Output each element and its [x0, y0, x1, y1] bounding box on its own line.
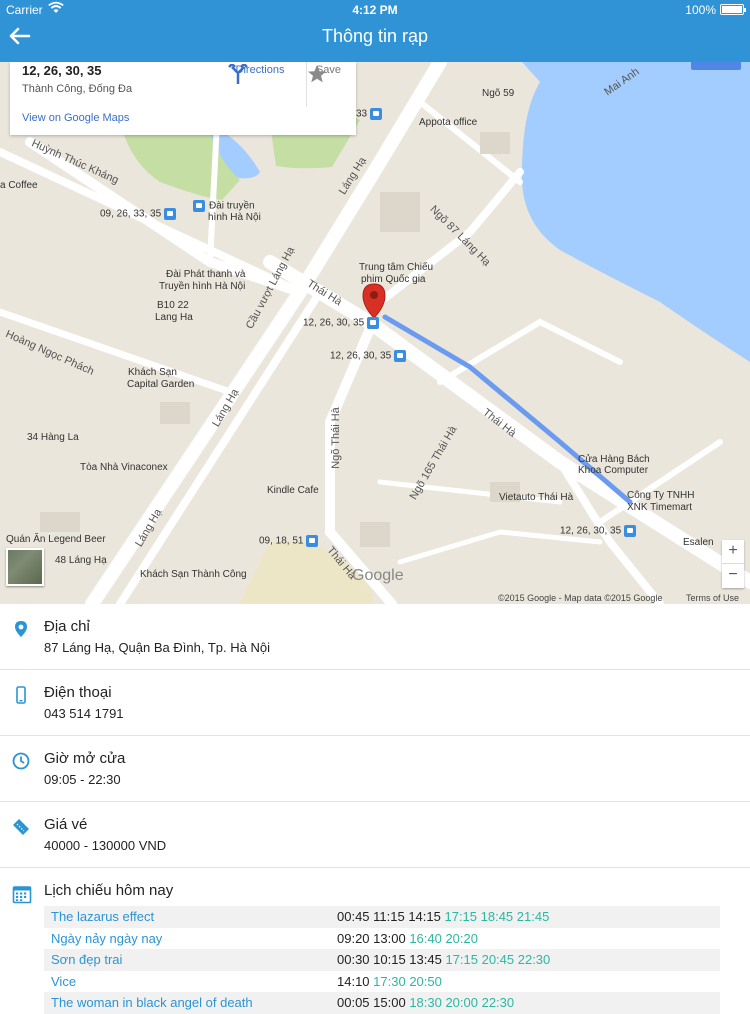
google-logo: Google — [352, 567, 404, 584]
schedule-row[interactable]: Ngày nảy ngày nay 09:20 13:00 16:40 20:2… — [44, 928, 720, 950]
calendar-icon — [12, 886, 32, 904]
map-label: Vietauto Thái Hà — [499, 492, 574, 503]
bus-stop-icon[interactable] — [367, 317, 380, 329]
page-title: Thông tin rạp — [321, 26, 429, 46]
movie-title[interactable]: The woman in black angel of death — [51, 995, 253, 1010]
map-label: hình Hà Nội — [208, 212, 261, 223]
map-canvas — [0, 62, 750, 604]
schedule-section: Lịch chiếu hôm nay The lazarus effect 00… — [0, 868, 750, 1014]
map-label: Khách Sạn — [128, 367, 177, 378]
nav-bar: Carrier 4:12 PM 100% Thông tin rạp — [0, 0, 750, 62]
place-locality: Thành Công, Đống Đa — [22, 83, 133, 95]
bus-stop-icon[interactable] — [164, 208, 177, 220]
showtimes: 14:10 17:30 20:50 — [337, 973, 442, 989]
save-button[interactable]: Save — [306, 62, 350, 107]
satellite-toggle[interactable] — [6, 548, 44, 586]
movie-title[interactable]: The lazarus effect — [51, 909, 154, 924]
status-bar: Carrier 4:12 PM 100% — [0, 0, 750, 20]
schedule-table: The lazarus effect 00:45 11:15 14:15 17:… — [44, 906, 720, 1014]
place-info-card: 12, 26, 30, 35 Thành Công, Đống Đa View … — [10, 62, 356, 135]
directions-button[interactable]: Directions — [228, 62, 292, 107]
map-label: Esalen — [683, 537, 714, 548]
bus-stop-label: 12, 26, 30, 35 — [303, 317, 380, 329]
map-label: Ngõ 59 — [482, 88, 515, 99]
movie-title[interactable]: Sơn đẹp trai — [51, 952, 122, 967]
map-label: Quán Ăn Legend Beer — [6, 534, 106, 545]
bus-stop-label: 12, 26, 30, 35 — [560, 525, 637, 537]
battery-percent: 100% — [685, 3, 716, 17]
address-value: 87 Láng Hạ, Quận Ba Đình, Tp. Hà Nội — [44, 640, 270, 655]
hours-title: Giờ mở cửa — [44, 750, 126, 767]
map-label: Khoa Computer — [578, 465, 649, 476]
place-title: 12, 26, 30, 35 — [22, 63, 102, 78]
map-label: Trung tâm Chiếu — [359, 262, 434, 273]
map-label: 48 Láng Hạ — [55, 555, 107, 566]
map-label: Đài Phát thanh và — [166, 269, 246, 280]
cinema-details: Địa chỉ 87 Láng Hạ, Quận Ba Đình, Tp. Hà… — [0, 604, 750, 1014]
address-row: Địa chỉ 87 Láng Hạ, Quận Ba Đình, Tp. Hà… — [0, 604, 750, 670]
bus-stop-icon[interactable] — [193, 200, 205, 212]
map-label: Lang Ha — [155, 312, 193, 323]
clock-icon — [12, 752, 30, 770]
phone-icon — [16, 686, 26, 704]
movie-title[interactable]: Vice — [51, 974, 76, 989]
clock: 4:12 PM — [352, 3, 398, 17]
bus-stop-label: 33 — [356, 108, 383, 120]
schedule-row[interactable]: The woman in black angel of death 00:05 … — [44, 992, 720, 1014]
map-label: Tòa Nhà Vinaconex — [80, 462, 168, 473]
map-label: 34 Hàng La — [27, 432, 79, 443]
showtimes: 00:30 10:15 13:45 17:15 20:45 22:30 — [337, 952, 551, 967]
price-title: Giá vé — [44, 816, 88, 833]
location-pin-icon — [15, 621, 27, 637]
showtimes: 09:20 13:00 16:40 20:20 — [337, 930, 478, 946]
map-label: Công Ty TNHH — [627, 490, 695, 501]
directions-icon — [228, 64, 248, 84]
map-label: a Coffee — [0, 180, 38, 191]
map-label: Đài truyền — [193, 200, 255, 212]
map-label: Cửa Hàng Bách — [578, 454, 650, 465]
map-view[interactable]: 12, 26, 30, 35 Thành Công, Đống Đa View … — [0, 62, 750, 604]
address-title: Địa chỉ — [44, 618, 90, 635]
schedule-row[interactable]: Sơn đẹp trai 00:30 10:15 13:45 17:15 20:… — [44, 949, 720, 971]
bus-stop-icon[interactable] — [624, 525, 637, 537]
ticket-icon — [13, 819, 29, 835]
bus-stop-label: 12, 26, 30, 35 — [330, 350, 407, 362]
terms-link[interactable]: Terms of Use — [686, 593, 739, 603]
zoom-control: + − — [722, 540, 744, 588]
bus-stop-label: 09, 26, 33, 35 — [100, 208, 177, 220]
sign-in-button[interactable] — [691, 62, 741, 70]
bus-stop-icon[interactable] — [306, 535, 319, 547]
bus-stop-label: 09, 18, 51 — [259, 535, 319, 547]
map-label: Capital Garden — [127, 379, 195, 390]
map-label: Truyền hình Hà Nội — [159, 281, 246, 292]
showtimes: 00:05 15:00 18:30 20:00 22:30 — [337, 995, 515, 1010]
map-label: phim Quốc gia — [361, 274, 426, 285]
zoom-in-button[interactable]: + — [722, 540, 744, 564]
bus-stop-icon[interactable] — [394, 350, 407, 362]
map-label: B10 22 — [157, 300, 189, 311]
phone-value[interactable]: 043 514 1791 — [44, 706, 124, 721]
zoom-out-button[interactable]: − — [722, 564, 744, 588]
price-value: 40000 - 130000 VND — [44, 838, 167, 853]
star-icon — [308, 65, 326, 83]
schedule-title: Lịch chiếu hôm nay — [44, 882, 174, 899]
map-label: Appota office — [419, 117, 478, 128]
showtimes: 00:45 11:15 14:15 17:15 18:45 21:45 — [337, 909, 550, 924]
price-row: Giá vé 40000 - 130000 VND — [0, 802, 750, 868]
movie-title[interactable]: Ngày nảy ngày nay — [51, 931, 162, 946]
phone-row[interactable]: Điện thoại 043 514 1791 — [0, 670, 750, 736]
map-label: XNK Timemart — [627, 502, 693, 513]
view-on-google-maps-link[interactable]: View on Google Maps — [22, 112, 129, 124]
phone-title: Điện thoại — [44, 684, 112, 701]
battery-icon — [720, 4, 746, 15]
street-label: Ngõ Thái Hà — [329, 407, 342, 469]
schedule-row[interactable]: The lazarus effect 00:45 11:15 14:15 17:… — [44, 906, 720, 928]
hours-row: Giờ mở cửa 09:05 - 22:30 — [0, 736, 750, 802]
bus-stop-icon[interactable] — [370, 108, 383, 120]
map-copyright: ©2015 Google - Map data ©2015 Google — [498, 593, 663, 603]
hours-value: 09:05 - 22:30 — [44, 772, 121, 787]
schedule-row[interactable]: Vice 14:10 17:30 20:50 — [44, 971, 720, 993]
map-label: Khách Sạn Thành Công — [140, 569, 247, 580]
map-label: Kindle Cafe — [267, 485, 319, 496]
